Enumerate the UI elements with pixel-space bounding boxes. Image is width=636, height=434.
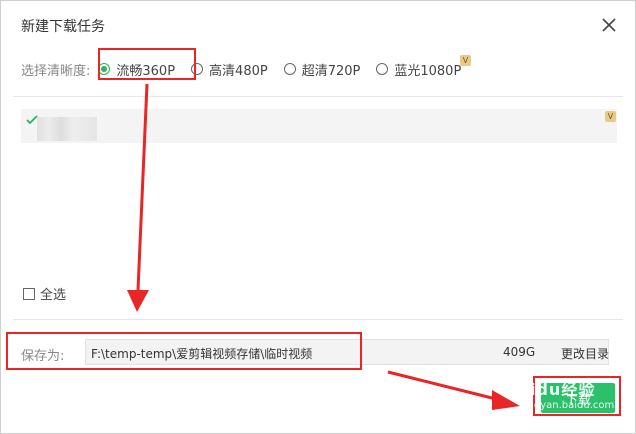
quality-option-label: 蓝光1080P	[394, 63, 462, 79]
vip-badge-icon: V	[605, 111, 616, 122]
quality-option-1080p[interactable]: 蓝光1080P	[376, 60, 461, 79]
vip-badge-icon: V	[460, 55, 471, 66]
change-directory-link[interactable]: 更改目录	[561, 345, 609, 362]
quality-selector: 选择清晰度: 流畅360P 高清480P 超清720P 蓝光1080P	[21, 59, 477, 79]
divider	[13, 319, 623, 320]
divider	[13, 96, 623, 97]
checkbox-icon[interactable]	[23, 287, 35, 300]
blurred-filename	[37, 117, 97, 141]
quality-option-720p[interactable]: 超清720P	[283, 60, 361, 79]
quality-label: 选择清晰度:	[21, 63, 91, 79]
free-space-value: 409G	[503, 345, 536, 359]
select-all-label: 全选	[40, 288, 67, 303]
annotation-highlight-360p	[98, 48, 196, 80]
list-item[interactable]	[21, 109, 617, 143]
select-all-checkbox[interactable]: 全选	[23, 284, 66, 303]
watermark-sub: jingyan.baidu.com	[522, 400, 615, 411]
radio-unchecked-icon[interactable]	[283, 63, 296, 75]
watermark: Baidu经验	[505, 380, 596, 399]
annotation-highlight-save-path	[6, 332, 362, 370]
quality-option-label: 超清720P	[301, 63, 361, 79]
close-icon[interactable]	[599, 15, 619, 35]
radio-unchecked-icon[interactable]	[376, 63, 389, 75]
dialog-title: 新建下载任务	[21, 19, 105, 35]
quality-option-label: 高清480P	[209, 63, 268, 79]
quality-option-480p[interactable]: 高清480P	[191, 60, 268, 79]
